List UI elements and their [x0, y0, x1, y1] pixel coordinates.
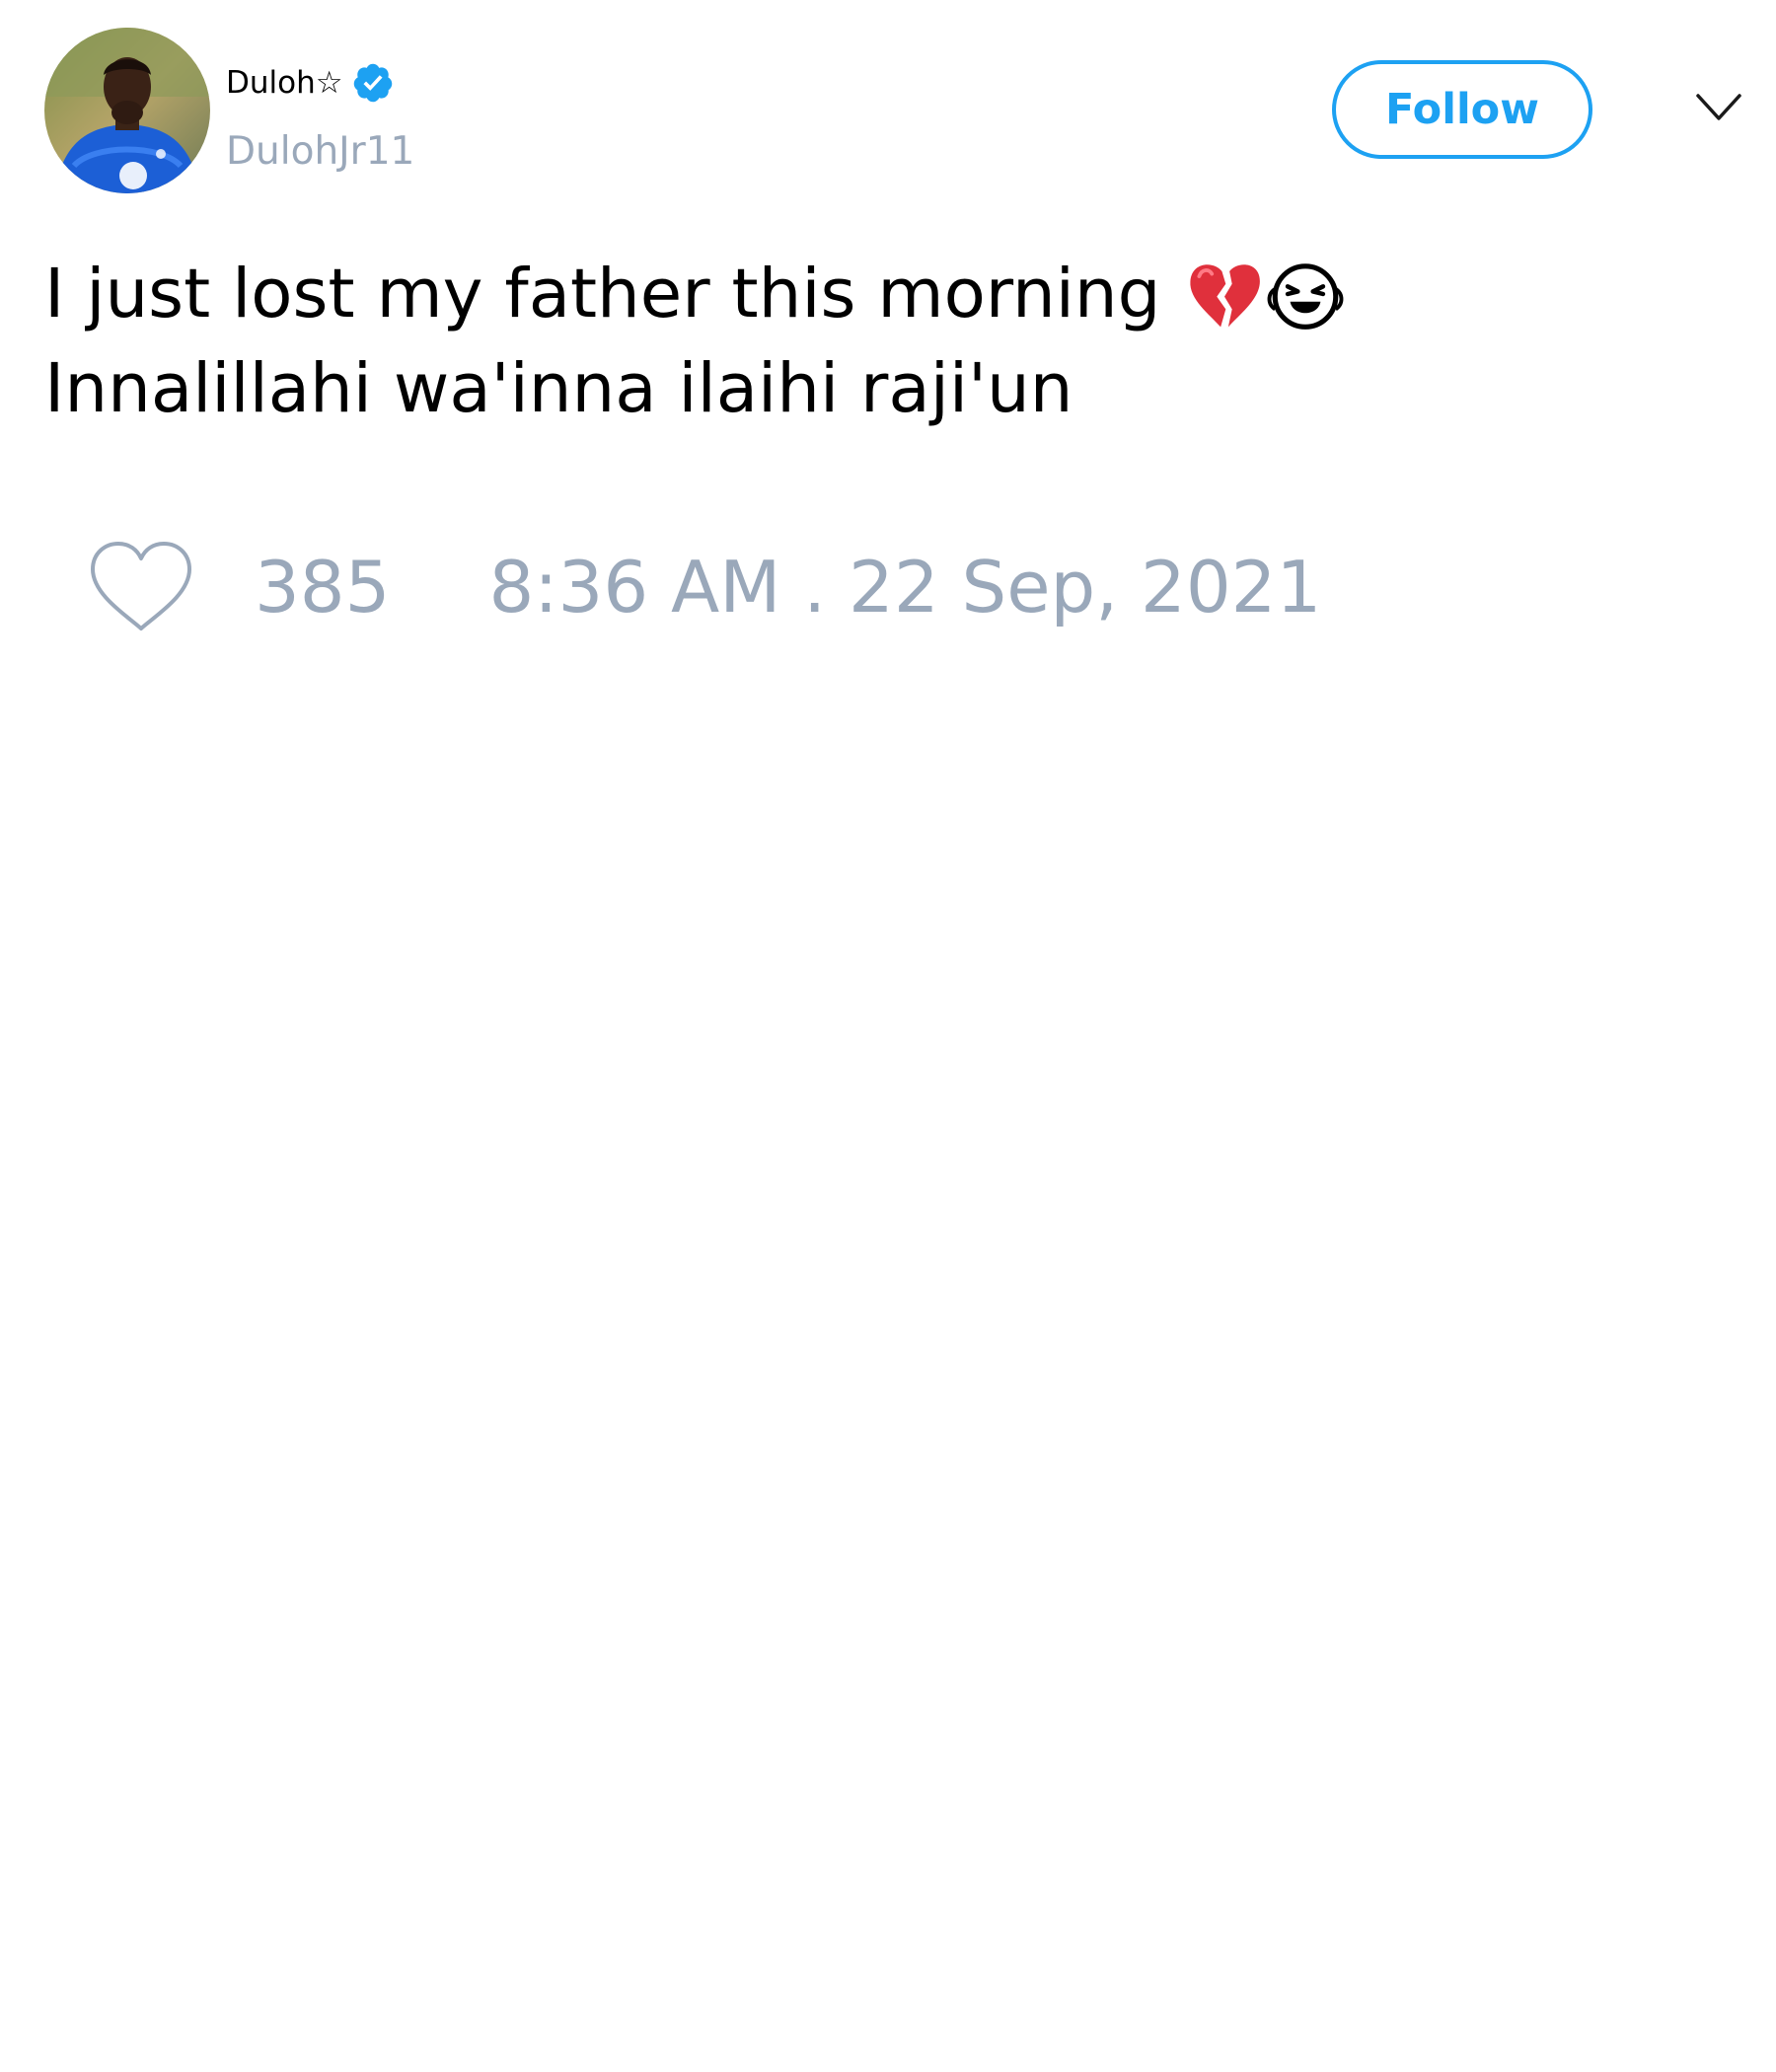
- tweet-line-2: Innalillahi wa'inna ilaihi raji'un: [44, 349, 1073, 428]
- tweet-card: Duloh☆ DulohJr11 Follow I just lost my f…: [0, 0, 1776, 2072]
- author-name-row: Duloh☆: [226, 59, 395, 107]
- chevron-down-icon[interactable]: [1695, 91, 1742, 124]
- author-handle[interactable]: DulohJr11: [226, 124, 414, 180]
- tweet-text: I just lost my father this morning Innal…: [44, 247, 1722, 436]
- verified-badge-icon: [351, 61, 395, 105]
- like-count: 385: [255, 546, 391, 629]
- heart-icon[interactable]: [89, 540, 193, 634]
- tweet-line-1-text: I just lost my father this morning: [44, 255, 1161, 333]
- avatar[interactable]: [44, 28, 210, 193]
- loudly-crying-face-icon: [1265, 254, 1346, 334]
- profile-photo-icon: [44, 28, 210, 193]
- broken-heart-icon: [1184, 254, 1265, 334]
- tweet-line-1: I just lost my father this morning: [44, 247, 1722, 341]
- tweet-footer: 385 8:36 AM . 22 Sep, 2021: [89, 538, 1321, 636]
- display-name[interactable]: Duloh☆: [226, 59, 343, 107]
- follow-button[interactable]: Follow: [1332, 60, 1592, 159]
- tweet-timestamp[interactable]: 8:36 AM . 22 Sep, 2021: [488, 538, 1321, 636]
